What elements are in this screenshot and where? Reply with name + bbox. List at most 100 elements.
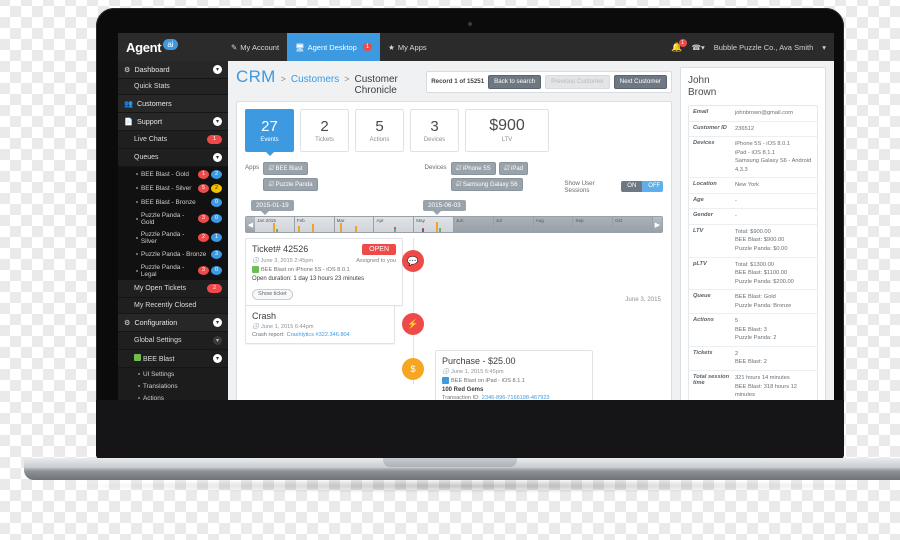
chip-label: Samsung Galaxy S6 — [462, 181, 518, 188]
sidebar-item-global-settings-label: Global Settings — [134, 337, 182, 344]
timeline-flag-end[interactable]: 2015-06-03 — [423, 200, 466, 215]
my-open-tickets-badge: 2 — [207, 284, 222, 293]
sidebar-queue-row[interactable]: Puzzle Panda - Silver 21 — [118, 228, 228, 247]
breadcrumb-customers-link[interactable]: Customers — [291, 74, 339, 85]
timeline-month[interactable]: Aug — [533, 217, 574, 232]
timeline-bar[interactable]: ◀ Jan 2015 Feb Mar Apr May Jun Jul Aug S… — [245, 216, 663, 233]
stat-tile-devices[interactable]: 3 Devices — [410, 109, 459, 152]
table-row: Tickets 2 BEE Blast: 2 — [689, 347, 817, 372]
chevron-down-icon[interactable]: ▾ — [213, 65, 222, 74]
timeline-month[interactable]: Jan 2015 — [255, 217, 295, 232]
stat-tile-tickets[interactable]: 2 Tickets — [300, 109, 349, 152]
sidebar-item-global-settings[interactable]: Global Settings ▾ — [118, 332, 228, 350]
sidebar-queue-row[interactable]: BEE Blast - Bronze 0 — [118, 195, 228, 209]
sidebar-item-quick-stats[interactable]: Quick Stats — [118, 79, 228, 95]
timeline-event-marker — [297, 226, 300, 232]
sidebar-queue-row[interactable]: BEE Blast - Gold 12 — [118, 167, 228, 181]
timeline-month[interactable]: Sep — [573, 217, 614, 232]
stat-tile-events[interactable]: 27 Events — [245, 109, 294, 156]
app-logo[interactable]: Agent ai — [118, 33, 197, 61]
tab-my-account[interactable]: ✎ My Account — [223, 33, 287, 61]
chevron-down-icon[interactable]: ▾ — [213, 354, 222, 363]
event-card-crash[interactable]: Crash 🕔 June 1, 2015 6:44pm Crash report… — [245, 305, 395, 344]
bullet-icon — [136, 253, 138, 255]
gear-icon: ⚙ — [124, 318, 131, 327]
show-user-sessions-toggle: Show User Sessions ON OFF — [564, 178, 663, 194]
sidebar-item-my-recently-closed[interactable]: My Recently Closed — [118, 298, 228, 314]
crash-report-link[interactable]: Crashlytics #322.346.804 — [287, 332, 350, 338]
notifications-bell-icon[interactable]: 🔔 1 — [671, 38, 687, 53]
chevron-down-icon[interactable]: ▾ — [213, 153, 222, 162]
timeline-month[interactable]: Feb — [294, 217, 335, 232]
sidebar-item-customers[interactable]: 👥 Customers — [118, 95, 228, 113]
attribute-value: Total: $1300.00 BEE Blast: $1100.00 Puzz… — [735, 261, 794, 285]
timeline-month[interactable]: Jun — [453, 217, 494, 232]
timeline-track[interactable]: Jan 2015 Feb Mar Apr May Jun Jul Aug Sep… — [255, 217, 653, 232]
stat-tile-actions[interactable]: 5 Actions — [355, 109, 404, 152]
sidebar-item-support[interactable]: 📄 Support ▾ — [118, 113, 228, 131]
event-card-purchase[interactable]: Purchase - $25.00 🕔 June 1, 2015 6:45pm … — [435, 350, 593, 407]
sidebar-item-live-chats[interactable]: Live Chats 1 — [118, 131, 228, 149]
sidebar-queue-row[interactable]: Puzzle Panda - Bronze 3 — [118, 247, 228, 261]
sidebar-queue-row[interactable]: Puzzle Panda - Gold 30 — [118, 209, 228, 228]
queue-label: Puzzle Panda - Gold — [140, 211, 185, 226]
queue-label: BEE Blast - Silver — [141, 184, 192, 192]
sidebar-queue-row[interactable]: BEE Blast - Silver 52 — [118, 181, 228, 195]
attribute-value: BEE Blast: Gold Puzzle Panda: Bronze — [735, 294, 792, 309]
timeline-flag-start[interactable]: 2015-01-19 — [251, 200, 294, 215]
phone-icon[interactable]: ☎▾ — [692, 43, 705, 52]
toggle-off-option[interactable]: OFF — [642, 180, 663, 192]
sidebar-item-dashboard[interactable]: ⚙ Dashboard ▾ — [118, 61, 228, 79]
timeline-month[interactable]: Jul — [493, 217, 534, 232]
ticket-context: BEE Blast on iPhone 5S - iOS 8.0.1 — [261, 266, 350, 273]
bell-badge: 1 — [678, 38, 687, 47]
bullet-icon — [136, 236, 138, 239]
sidebar-item-bee-blast[interactable]: BEE Blast ▾ — [118, 350, 228, 368]
screenshot-stage: Agent ai ✎ My Account 🖥 Agent Desktop 1 ★… — [0, 0, 900, 540]
sidebar-queue-row[interactable]: Puzzle Panda - Legal 30 — [118, 261, 228, 280]
timeline-month-label: Sep — [575, 218, 584, 223]
sidebar-item-queues[interactable]: Queues ▾ — [118, 149, 228, 167]
chip-label: iPhone 5S — [462, 165, 491, 172]
sidebar-item-ui-settings[interactable]: UI Settings — [118, 368, 228, 380]
timeline-next-arrow[interactable]: ▶ — [653, 217, 662, 232]
top-navigation: ✎ My Account 🖥 Agent Desktop 1 ★ My Apps — [223, 33, 435, 61]
timeline-month[interactable]: Apr — [374, 217, 415, 232]
stat-label: Events — [260, 136, 279, 143]
app-chip-puzzle-panda[interactable]: ☑ Puzzle Panda — [263, 178, 318, 191]
device-chip-ipad[interactable]: ☑ iPad — [498, 162, 529, 175]
chat-bubble-icon[interactable]: 💬 — [402, 250, 424, 272]
chevron-down-icon[interactable]: ▾ — [213, 318, 222, 327]
tab-agent-desktop[interactable]: 🖥 Agent Desktop 1 — [287, 33, 381, 61]
timeline-event-marker — [439, 228, 442, 232]
timeline-event-marker — [273, 223, 275, 232]
timeline-month-label: Jul — [495, 218, 502, 223]
attribute-key: Tickets — [693, 349, 713, 356]
timeline-month[interactable]: May — [414, 217, 454, 232]
sidebar-item-configuration[interactable]: ⚙ Configuration ▾ — [118, 314, 228, 332]
next-customer-button[interactable]: Next Customer — [613, 74, 667, 89]
crash-report-label: Crash report: — [252, 332, 285, 338]
lightning-bolt-icon[interactable]: ⚡ — [402, 313, 424, 335]
device-chip-samsung-galaxy-s6[interactable]: ☑ Samsung Galaxy S6 — [450, 178, 523, 191]
chevron-down-icon[interactable]: ▾ — [213, 336, 222, 345]
sidebar-item-translations[interactable]: Translations — [118, 380, 228, 392]
back-to-search-button[interactable]: Back to search — [488, 74, 542, 89]
main-area: CRM > Customers > Customer Chronicle Rec… — [228, 61, 834, 437]
event-card-ticket[interactable]: Ticket# 42526 OPEN 🕔 June 3, 2015 2:45pm… — [245, 238, 403, 306]
tab-my-apps[interactable]: ★ My Apps — [380, 33, 435, 61]
stat-tile-ltv[interactable]: $900 LTV — [465, 109, 549, 152]
chevron-down-icon[interactable]: ▾ — [213, 117, 222, 126]
sidebar-item-my-open-tickets[interactable]: My Open Tickets 2 — [118, 280, 228, 298]
timeline-month[interactable]: Mar — [334, 217, 375, 232]
account-menu[interactable]: Bubble Puzzle Co., Ava Smith — [714, 43, 814, 52]
toggle-on-option[interactable]: ON — [621, 180, 643, 192]
app-chip-bee-blast[interactable]: ☑ BEE Blast — [263, 162, 308, 175]
dollar-icon[interactable]: $ — [402, 358, 424, 380]
device-chip-iphone-5s[interactable]: ☑ iPhone 5S — [450, 162, 496, 175]
timeline-prev-arrow[interactable]: ◀ — [246, 217, 255, 232]
show-ticket-button[interactable]: Show ticket — [252, 288, 293, 300]
stat-value: 2 — [320, 117, 329, 135]
timeline-month[interactable]: Oct — [613, 217, 653, 232]
queue-badge-secondary: 0 — [211, 266, 222, 275]
